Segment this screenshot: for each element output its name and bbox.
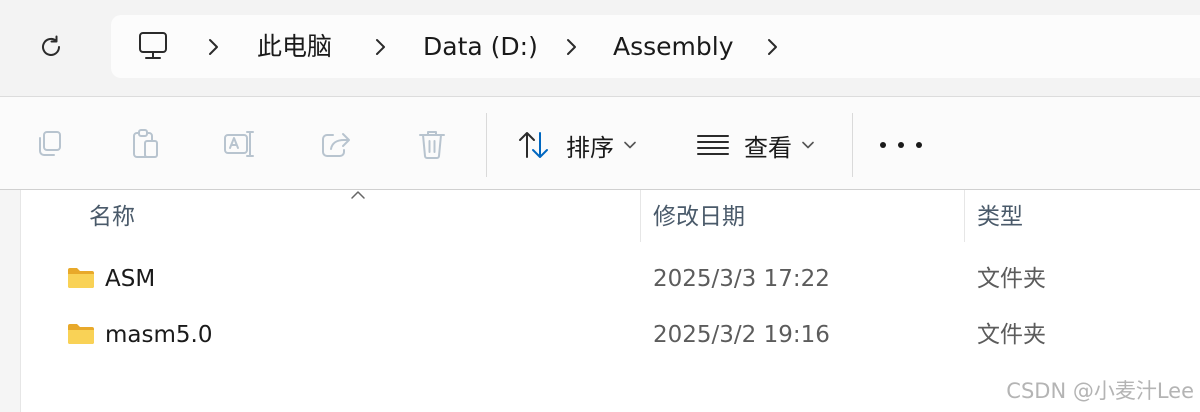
breadcrumb-item-data-drive[interactable]: Data (D:) bbox=[423, 31, 538, 63]
sort-label: 排序 bbox=[566, 133, 614, 162]
copy-icon bbox=[39, 131, 61, 156]
view-dropdown[interactable]: 查看 bbox=[696, 125, 814, 165]
toolbar-separator bbox=[486, 113, 487, 177]
column-divider[interactable] bbox=[964, 190, 965, 242]
copy-button[interactable] bbox=[31, 126, 67, 162]
file-row[interactable]: masm5.0 2025/3/2 19:16 文件夹 bbox=[22, 308, 1200, 364]
rename-icon bbox=[224, 131, 254, 157]
chevron-right-icon[interactable] bbox=[765, 36, 779, 58]
more-options-button[interactable] bbox=[880, 135, 922, 155]
file-name: masm5.0 bbox=[105, 322, 213, 348]
chevron-down-icon bbox=[802, 141, 814, 149]
more-icon bbox=[916, 142, 922, 148]
toolbar-separator bbox=[852, 113, 853, 177]
share-button[interactable] bbox=[318, 126, 354, 162]
paste-icon bbox=[133, 129, 158, 158]
column-header-date[interactable]: 修改日期 bbox=[653, 201, 745, 233]
folder-icon bbox=[68, 268, 94, 288]
sort-ascending-icon bbox=[351, 191, 365, 199]
file-modified: 2025/3/2 19:16 bbox=[653, 322, 830, 348]
chevron-right-icon[interactable] bbox=[373, 36, 387, 58]
this-pc-icon[interactable] bbox=[137, 30, 169, 62]
column-header-name[interactable]: 名称 bbox=[89, 201, 135, 233]
file-name: ASM bbox=[105, 266, 156, 292]
folder-icon bbox=[68, 324, 94, 344]
view-lines-icon bbox=[697, 135, 729, 155]
chevron-right-icon[interactable] bbox=[564, 36, 578, 58]
chevron-down-icon bbox=[624, 141, 636, 149]
file-type: 文件夹 bbox=[977, 266, 1046, 292]
breadcrumb-item-this-pc[interactable]: 此电脑 bbox=[257, 31, 332, 63]
trash-icon bbox=[419, 131, 445, 159]
file-modified: 2025/3/3 17:22 bbox=[653, 266, 830, 292]
file-row[interactable]: ASM 2025/3/3 17:22 文件夹 bbox=[22, 252, 1200, 308]
divider bbox=[0, 189, 1200, 190]
file-type: 文件夹 bbox=[977, 322, 1046, 348]
breadcrumb-item-assembly[interactable]: Assembly bbox=[613, 31, 734, 63]
view-label: 查看 bbox=[744, 133, 792, 162]
chevron-right-icon[interactable] bbox=[206, 36, 220, 58]
share-icon bbox=[322, 133, 350, 157]
refresh-icon bbox=[42, 35, 60, 56]
more-icon bbox=[898, 142, 904, 148]
rename-button[interactable] bbox=[222, 126, 258, 162]
delete-button[interactable] bbox=[414, 126, 450, 162]
navigation-pane-edge[interactable] bbox=[0, 190, 21, 412]
sort-arrows-icon bbox=[519, 132, 548, 158]
column-divider[interactable] bbox=[640, 190, 641, 242]
paste-button[interactable] bbox=[127, 126, 163, 162]
column-header-type[interactable]: 类型 bbox=[977, 201, 1023, 233]
watermark: CSDN @小麦汁Lee bbox=[1006, 379, 1194, 403]
sort-dropdown[interactable]: 排序 bbox=[516, 125, 636, 165]
refresh-button[interactable] bbox=[33, 29, 69, 65]
more-icon bbox=[880, 142, 886, 148]
